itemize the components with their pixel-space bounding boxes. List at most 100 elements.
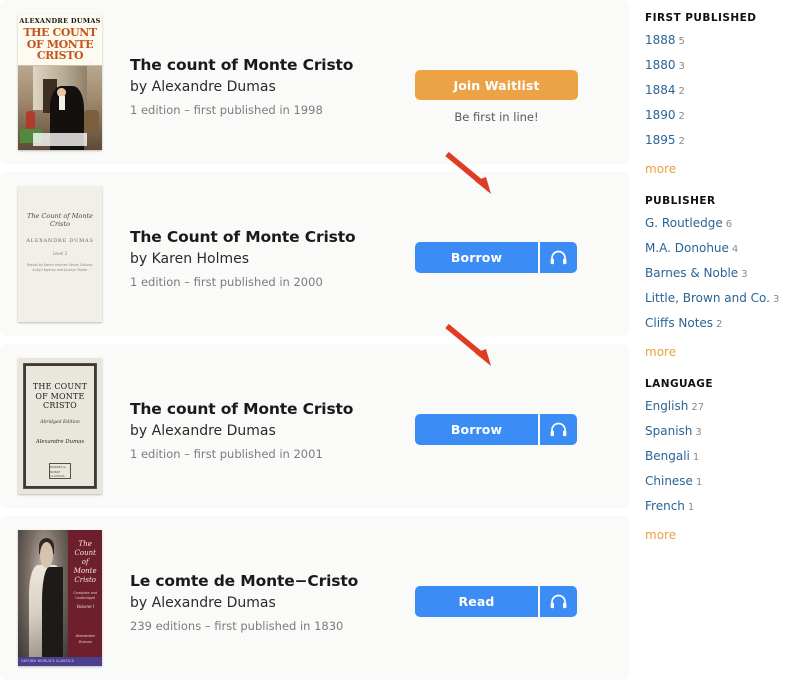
facet-more-link[interactable]: more bbox=[645, 345, 676, 359]
search-result-row[interactable]: THE COUNT OF MONTE CRISTOAbridged Editio… bbox=[0, 344, 629, 508]
facet-item-link[interactable]: M.A. Donohue bbox=[645, 241, 729, 255]
facet-item: English27 bbox=[645, 399, 791, 415]
facet-item-link[interactable]: English bbox=[645, 399, 688, 413]
search-result-row[interactable]: ALEXANDRE DUMASTHE COUNT OF MONTE CRISTO… bbox=[0, 0, 629, 164]
book-edition-meta: 1 edition – first published in 2001 bbox=[130, 447, 415, 461]
facet-item-link[interactable]: Chinese bbox=[645, 474, 693, 488]
facet-group: PUBLISHER G. Routledge6 M.A. Donohue4 Barne… bbox=[645, 195, 791, 360]
headphones-icon bbox=[550, 250, 567, 265]
borrow-button[interactable]: Borrow bbox=[415, 414, 538, 445]
facet-item-link[interactable]: G. Routledge bbox=[645, 216, 723, 230]
book-author[interactable]: by Alexandre Dumas bbox=[130, 79, 415, 96]
search-results-page: ALEXANDRE DUMASTHE COUNT OF MONTE CRISTO… bbox=[0, 0, 791, 682]
facet-item-count: 6 bbox=[726, 219, 732, 230]
facet-item-count: 3 bbox=[773, 294, 779, 305]
facet-item-link[interactable]: Cliffs Notes bbox=[645, 316, 713, 330]
action-button-group: Read bbox=[415, 586, 577, 617]
book-edition-meta: 1 edition – first published in 1998 bbox=[130, 103, 415, 117]
cover-title-panel: The Count of Monte CristoComplete and Un… bbox=[68, 530, 102, 666]
facet-item-link[interactable]: 1888 bbox=[645, 33, 676, 47]
facet-item-count: 27 bbox=[691, 402, 704, 413]
read-button[interactable]: Read bbox=[415, 586, 538, 617]
headphones-icon bbox=[550, 594, 567, 609]
facet-more-link[interactable]: more bbox=[645, 528, 676, 542]
facet-item-link[interactable]: 1880 bbox=[645, 58, 676, 72]
borrow-button[interactable]: Borrow bbox=[415, 242, 538, 273]
book-info: Le comte de Monte−Cristo by Alexandre Dum… bbox=[110, 530, 415, 633]
book-title[interactable]: The Count of Monte Cristo bbox=[130, 228, 415, 247]
facet-item-count: 3 bbox=[741, 269, 747, 280]
facet-item-link[interactable]: 1895 bbox=[645, 133, 676, 147]
facet-item-link[interactable]: Spanish bbox=[645, 424, 692, 438]
book-cover-image[interactable]: THE COUNT OF MONTE CRISTOAbridged Editio… bbox=[18, 358, 102, 494]
facet-more-link[interactable]: more bbox=[645, 162, 676, 176]
book-edition-meta: 239 editions – first published in 1830 bbox=[130, 619, 415, 633]
cover-author-text: ALEXANDRE DUMAS bbox=[26, 238, 94, 244]
facet-item: M.A. Donohue4 bbox=[645, 241, 791, 257]
action-button-group: Join Waitlist bbox=[415, 70, 578, 100]
results-list: ALEXANDRE DUMASTHE COUNT OF MONTE CRISTO… bbox=[0, 0, 629, 682]
search-result-row[interactable]: The Count of Monte CristoComplete and Un… bbox=[0, 516, 629, 680]
book-title[interactable]: Le comte de Monte−Cristo bbox=[130, 572, 415, 591]
facet-item: 18803 bbox=[645, 58, 791, 74]
book-title[interactable]: The count of Monte Cristo bbox=[130, 56, 415, 75]
cover-editors-text: Retold by Karen Holmes Series Editors: A… bbox=[26, 263, 94, 273]
book-author[interactable]: by Alexandre Dumas bbox=[130, 595, 415, 612]
cover-illustration bbox=[18, 66, 102, 150]
facet-item: Barnes & Noble3 bbox=[645, 266, 791, 282]
facet-group-title: PUBLISHER bbox=[645, 195, 791, 207]
book-info: The Count of Monte Cristo by Karen Holmes… bbox=[110, 186, 415, 289]
facet-item: Little, Brown and Co.3 bbox=[645, 291, 791, 307]
action-button-group: Borrow bbox=[415, 414, 577, 445]
action-button-group: Borrow bbox=[415, 242, 577, 273]
search-result-row[interactable]: The Count of Monte Cristo ALEXANDRE DUMAS… bbox=[0, 172, 629, 336]
cover-title-text: THE COUNT OF MONTE CRISTO bbox=[18, 27, 102, 62]
facet-item-link[interactable]: 1890 bbox=[645, 108, 676, 122]
book-cover-image[interactable]: ALEXANDRE DUMASTHE COUNT OF MONTE CRISTO bbox=[18, 14, 102, 150]
waitlist-note: Be first in line! bbox=[415, 110, 578, 124]
cover-level-text: Level 3 bbox=[26, 251, 94, 256]
cover-subtitle-text: Complete and Unabridged bbox=[71, 591, 99, 600]
facet-item-link[interactable]: Little, Brown and Co. bbox=[645, 291, 770, 305]
facet-item: French1 bbox=[645, 499, 791, 515]
cover-photo bbox=[18, 530, 68, 666]
book-cover-image[interactable]: The Count of Monte CristoALEXANDRE DUMAS… bbox=[18, 186, 102, 322]
book-actions: Read bbox=[415, 530, 611, 617]
facet-item-link[interactable]: Bengali bbox=[645, 449, 690, 463]
facet-item-count: 1 bbox=[696, 477, 702, 488]
facet-item-count: 4 bbox=[732, 244, 738, 255]
facet-item-link[interactable]: French bbox=[645, 499, 685, 513]
book-author[interactable]: by Karen Holmes bbox=[130, 251, 415, 268]
listen-audio-button[interactable] bbox=[538, 586, 577, 617]
cover-series-band: OXFORD WORLD'S CLASSICS bbox=[18, 657, 102, 666]
listen-audio-button[interactable] bbox=[538, 242, 577, 273]
book-title[interactable]: The count of Monte Cristo bbox=[130, 400, 415, 419]
facet-item: Spanish3 bbox=[645, 424, 791, 440]
facet-item: Bengali1 bbox=[645, 449, 791, 465]
book-author[interactable]: by Alexandre Dumas bbox=[130, 423, 415, 440]
facet-item-count: 3 bbox=[695, 427, 701, 438]
book-actions: Borrow bbox=[415, 186, 611, 273]
cover-title-text: THE COUNT OF MONTE CRISTO bbox=[30, 382, 90, 411]
facet-item-count: 5 bbox=[679, 36, 685, 47]
join-waitlist-button[interactable]: Join Waitlist bbox=[415, 70, 578, 100]
cover-publisher-logo: BARNES & NOBLE CLASSICS bbox=[49, 463, 71, 479]
book-cover-image[interactable]: The Count of Monte CristoComplete and Un… bbox=[18, 530, 102, 666]
facets-sidebar: FIRST PUBLISHED1888518803188421890218952… bbox=[629, 0, 791, 682]
facet-item-link[interactable]: Barnes & Noble bbox=[645, 266, 738, 280]
cover-volume-text: Volume I bbox=[71, 604, 99, 609]
listen-audio-button[interactable] bbox=[538, 414, 577, 445]
facet-item-link[interactable]: 1884 bbox=[645, 83, 676, 97]
facet-item: 18952 bbox=[645, 133, 791, 149]
cover-author-text: Alexandre Dumas bbox=[68, 633, 102, 644]
facet-group-title: FIRST PUBLISHED bbox=[645, 12, 791, 24]
cover-author-text: Alexandre Dumas bbox=[30, 439, 90, 445]
facet-item-count: 1 bbox=[688, 502, 694, 513]
facet-item-count: 2 bbox=[679, 111, 685, 122]
facet-group: FIRST PUBLISHED1888518803188421890218952… bbox=[645, 12, 791, 177]
facet-item-count: 2 bbox=[679, 136, 685, 147]
facet-item-count: 3 bbox=[679, 61, 685, 72]
book-info: The count of Monte Cristo by Alexandre Du… bbox=[110, 14, 415, 117]
book-cover-wrap: ALEXANDRE DUMASTHE COUNT OF MONTE CRISTO bbox=[18, 14, 110, 150]
facet-item-count: 1 bbox=[693, 452, 699, 463]
